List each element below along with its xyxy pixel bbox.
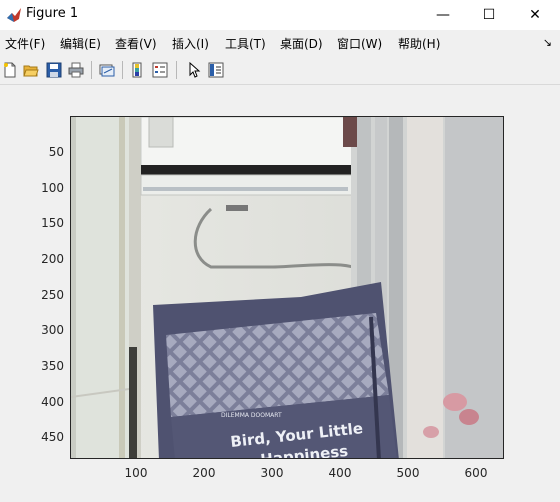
link-plot-icon[interactable] (97, 60, 117, 80)
property-editor-icon[interactable] (206, 60, 226, 80)
toolbar (0, 56, 560, 85)
x-tick-label: 200 (192, 466, 216, 480)
toolbar-separator (122, 61, 123, 79)
menu-insert[interactable]: 插入(I) (172, 35, 209, 52)
x-tick-label: 500 (396, 466, 420, 480)
toolbar-separator (176, 61, 177, 79)
bag-brand-text: DILEMMA DOOMART (221, 412, 282, 419)
window-title: Figure 1 (26, 6, 79, 21)
y-tick-label: 300 (41, 323, 64, 337)
matlab-icon (6, 7, 22, 23)
colorbar-icon[interactable] (128, 60, 148, 80)
pointer-icon[interactable] (184, 60, 204, 80)
new-figure-icon[interactable] (0, 60, 20, 80)
print-icon[interactable] (66, 60, 86, 80)
menu-window[interactable]: 窗口(W) (337, 35, 382, 52)
open-file-icon[interactable] (21, 60, 41, 80)
toolbar-separator (91, 61, 92, 79)
x-tick-label: 100 (124, 466, 148, 480)
close-button[interactable]: ✕ (512, 0, 558, 30)
title-bar: Figure 1 — ☐ ✕ (0, 0, 560, 30)
y-tick-label: 450 (41, 430, 64, 444)
menu-desktop[interactable]: 桌面(D) (280, 35, 323, 52)
y-tick-label: 350 (41, 359, 64, 373)
y-tick-label: 250 (41, 288, 64, 302)
menu-overflow-icon[interactable]: ↘ (543, 36, 552, 49)
menu-help[interactable]: 帮助(H) (398, 35, 440, 52)
y-tick-label: 150 (41, 216, 64, 230)
x-tick-label: 400 (328, 466, 352, 480)
x-tick-label: 300 (260, 466, 284, 480)
x-tick-label: 600 (464, 466, 488, 480)
minimize-button[interactable]: — (420, 0, 466, 30)
menu-bar: 文件(F) 编辑(E) 查看(V) 插入(I) 工具(T) 桌面(D) 窗口(W… (0, 30, 560, 56)
y-tick-label: 100 (41, 181, 64, 195)
y-tick-label: 200 (41, 252, 64, 266)
y-tick-label: 400 (41, 395, 64, 409)
maximize-button[interactable]: ☐ (466, 0, 512, 30)
menu-tools[interactable]: 工具(T) (225, 35, 266, 52)
image-display: DILEMMA DOOMART Bird, Your Little Happin… (71, 117, 503, 458)
menu-edit[interactable]: 编辑(E) (60, 35, 101, 52)
menu-view[interactable]: 查看(V) (115, 35, 157, 52)
save-icon[interactable] (44, 60, 64, 80)
legend-icon[interactable] (150, 60, 170, 80)
menu-file[interactable]: 文件(F) (5, 35, 45, 52)
axes[interactable]: DILEMMA DOOMART Bird, Your Little Happin… (70, 116, 504, 459)
y-tick-label: 50 (48, 145, 64, 159)
